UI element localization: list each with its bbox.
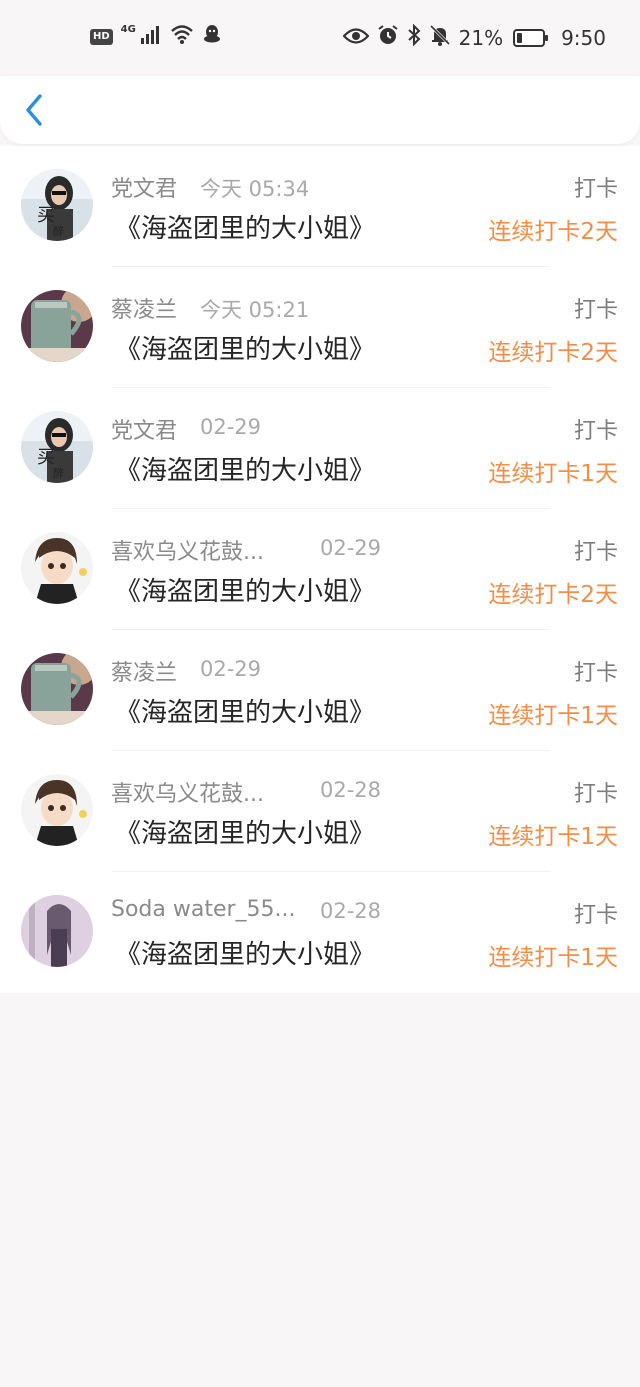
mute-bell-icon bbox=[429, 24, 451, 51]
username[interactable]: 党文君 bbox=[111, 171, 177, 203]
checkin-list: 买 醉 党文君 今天 05:34 《海盗团里的大小姐》 打卡 连续打卡2天 蔡凌… bbox=[0, 146, 640, 993]
list-item[interactable]: 蔡凌兰 02-29 《海盗团里的大小姐》 打卡 连续打卡1天 bbox=[0, 630, 640, 751]
avatar[interactable] bbox=[21, 653, 93, 725]
username[interactable]: Soda water_55... bbox=[111, 897, 296, 922]
book-title[interactable]: 《海盗团里的大小姐》 bbox=[115, 329, 375, 366]
streak-label: 连续打卡1天 bbox=[488, 824, 618, 850]
avatar[interactable] bbox=[21, 895, 93, 967]
list-item[interactable]: 喜欢乌义花鼓... 02-29 《海盗团里的大小姐》 打卡 连续打卡2天 bbox=[0, 509, 640, 630]
signal-icon bbox=[140, 25, 162, 49]
svg-text:买: 买 bbox=[37, 205, 55, 226]
book-title[interactable]: 《海盗团里的大小姐》 bbox=[115, 934, 375, 971]
book-title[interactable]: 《海盗团里的大小姐》 bbox=[115, 208, 375, 245]
alarm-icon bbox=[377, 24, 399, 51]
checkin-date: 今天 05:34 bbox=[200, 177, 310, 201]
clock: 9:50 bbox=[561, 25, 606, 50]
bluetooth-icon bbox=[407, 23, 421, 51]
action-label: 打卡 bbox=[573, 782, 618, 807]
status-right: 21% 9:50 bbox=[342, 23, 606, 51]
action-label: 打卡 bbox=[573, 540, 618, 565]
chevron-left-icon bbox=[26, 94, 42, 126]
book-title[interactable]: 《海盗团里的大小姐》 bbox=[115, 813, 375, 850]
hd-badge: HD bbox=[90, 28, 113, 45]
svg-text:醉: 醉 bbox=[53, 224, 64, 238]
checkin-date: 02-29 bbox=[200, 657, 262, 681]
checkin-date: 02-28 bbox=[320, 778, 382, 802]
action-label: 打卡 bbox=[573, 298, 618, 323]
battery-percent: 21% bbox=[458, 25, 504, 50]
qq-icon bbox=[202, 24, 222, 49]
battery-icon bbox=[513, 28, 549, 47]
streak-label: 连续打卡2天 bbox=[488, 582, 618, 608]
streak-label: 连续打卡2天 bbox=[488, 219, 618, 245]
action-label: 打卡 bbox=[573, 903, 618, 928]
avatar[interactable] bbox=[21, 532, 93, 604]
eye-icon bbox=[342, 26, 370, 50]
wifi-icon bbox=[170, 24, 194, 49]
back-button[interactable] bbox=[20, 90, 50, 130]
book-title[interactable]: 《海盗团里的大小姐》 bbox=[115, 450, 375, 487]
battery-level bbox=[517, 32, 523, 43]
network-type: 4G bbox=[120, 24, 136, 35]
checkin-date: 今天 05:21 bbox=[200, 298, 310, 322]
streak-label: 连续打卡1天 bbox=[488, 461, 618, 487]
svg-text:醉: 醉 bbox=[53, 466, 64, 480]
header-bar bbox=[0, 76, 640, 144]
username[interactable]: 蔡凌兰 bbox=[111, 292, 177, 324]
list-item[interactable]: 喜欢乌义花鼓... 02-28 《海盗团里的大小姐》 打卡 连续打卡1天 bbox=[0, 751, 640, 872]
checkin-date: 02-28 bbox=[320, 899, 382, 923]
username[interactable]: 党文君 bbox=[111, 413, 177, 445]
avatar[interactable]: 买 醉 bbox=[21, 169, 93, 241]
username[interactable]: 蔡凌兰 bbox=[111, 655, 177, 687]
username[interactable]: 喜欢乌义花鼓... bbox=[111, 534, 264, 566]
list-item[interactable]: 蔡凌兰 今天 05:21 《海盗团里的大小姐》 打卡 连续打卡2天 bbox=[0, 267, 640, 388]
action-label: 打卡 bbox=[573, 419, 618, 444]
list-item[interactable]: 买 醉 党文君 今天 05:34 《海盗团里的大小姐》 打卡 连续打卡2天 bbox=[0, 146, 640, 267]
list-item[interactable]: 买 醉 党文君 02-29 《海盗团里的大小姐》 打卡 连续打卡1天 bbox=[0, 388, 640, 509]
book-title[interactable]: 《海盗团里的大小姐》 bbox=[115, 571, 375, 608]
status-left: HD 4G bbox=[90, 24, 222, 49]
streak-label: 连续打卡2天 bbox=[488, 340, 618, 366]
avatar[interactable] bbox=[21, 290, 93, 362]
checkin-date: 02-29 bbox=[200, 415, 262, 439]
username[interactable]: 喜欢乌义花鼓... bbox=[111, 776, 264, 808]
svg-text:买: 买 bbox=[37, 447, 55, 468]
checkin-date: 02-29 bbox=[320, 536, 382, 560]
list-item[interactable]: Soda water_55... 02-28 《海盗团里的大小姐》 打卡 连续打… bbox=[0, 872, 640, 993]
book-title[interactable]: 《海盗团里的大小姐》 bbox=[115, 692, 375, 729]
action-label: 打卡 bbox=[573, 661, 618, 686]
avatar[interactable] bbox=[21, 774, 93, 846]
avatar[interactable]: 买 醉 bbox=[21, 411, 93, 483]
streak-label: 连续打卡1天 bbox=[488, 945, 618, 971]
action-label: 打卡 bbox=[573, 177, 618, 202]
status-bar: HD 4G 21% 9:50 bbox=[0, 0, 640, 76]
streak-label: 连续打卡1天 bbox=[488, 703, 618, 729]
